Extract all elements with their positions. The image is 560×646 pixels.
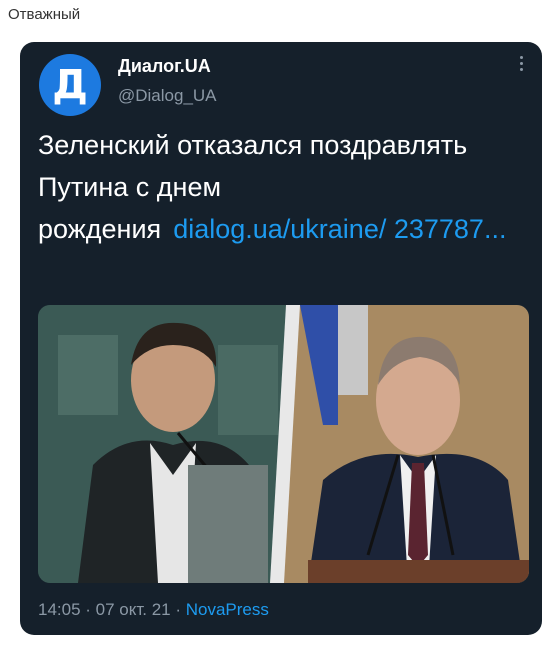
display-name[interactable]: Диалог.UA <box>118 56 211 77</box>
tweet-timestamp: 14:05 · 07 окт. 21 · NovaPress <box>38 600 269 620</box>
tweet-photo[interactable] <box>38 305 529 583</box>
tweet-link[interactable]: dialog.ua/ukraine/ 237787... <box>173 214 506 244</box>
more-options-icon[interactable] <box>518 56 524 71</box>
user-handle[interactable]: @Dialog_UA <box>118 86 217 106</box>
tweet-source[interactable]: NovaPress <box>186 600 269 619</box>
avatar[interactable]: Д <box>39 54 101 116</box>
avatar-letter: Д <box>52 62 88 108</box>
post-caption: Отважный <box>8 6 81 23</box>
tweet-text: Зеленский отказался поздравлять Путина с… <box>38 124 528 250</box>
tweet-time[interactable]: 14:05 · 07 окт. 21 · <box>38 600 186 619</box>
tweet-card[interactable]: Д Диалог.UA @Dialog_UA Зеленский отказал… <box>20 42 542 635</box>
photo-image <box>38 305 529 583</box>
